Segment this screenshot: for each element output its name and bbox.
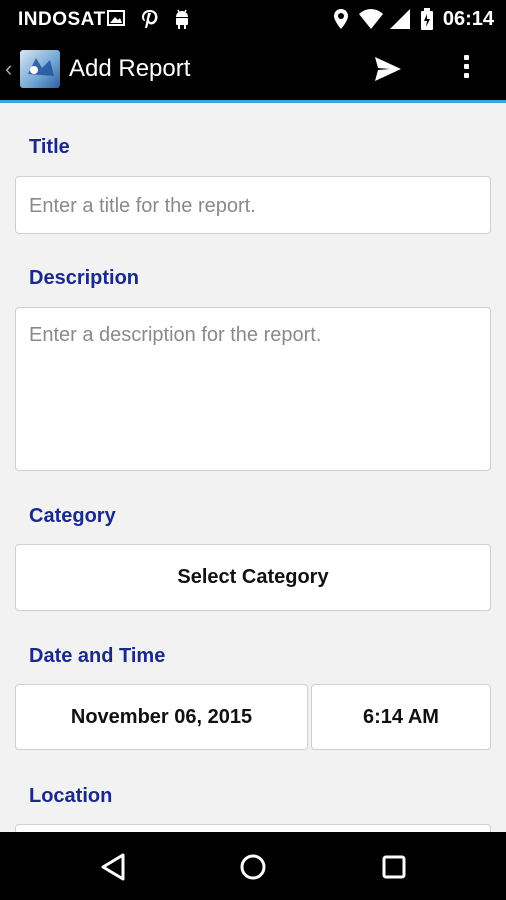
status-bar: INDOSAT 06:14	[0, 0, 506, 38]
location-field[interactable]	[15, 824, 491, 832]
description-label: Description	[29, 267, 140, 289]
navigation-bar	[0, 832, 506, 900]
back-chevron-icon[interactable]: ‹	[5, 56, 12, 82]
recents-square-icon[interactable]	[377, 850, 411, 884]
android-icon	[172, 8, 192, 35]
send-icon[interactable]	[372, 53, 404, 85]
pinterest-icon	[139, 8, 161, 35]
description-input[interactable]: Enter a description for the report.	[15, 307, 491, 471]
page-title: Add Report	[69, 55, 191, 82]
battery-icon	[420, 8, 434, 35]
home-circle-icon[interactable]	[236, 850, 270, 884]
select-category-button[interactable]: Select Category	[15, 544, 491, 611]
wifi-icon	[358, 8, 384, 35]
datetime-label: Date and Time	[29, 645, 166, 667]
app-logo[interactable]	[20, 50, 60, 88]
time-button[interactable]: 6:14 AM	[311, 684, 491, 750]
carrier-name: INDOSAT	[18, 9, 106, 30]
category-label: Category	[29, 505, 116, 527]
date-button[interactable]: November 06, 2015	[15, 684, 308, 750]
description-placeholder: Enter a description for the report.	[29, 324, 322, 346]
report-form[interactable]: Title Enter a title for the report. Desc…	[0, 103, 506, 832]
location-label: Location	[29, 785, 113, 807]
image-icon	[106, 8, 126, 33]
title-placeholder: Enter a title for the report.	[29, 195, 256, 217]
title-input[interactable]: Enter a title for the report.	[15, 176, 491, 234]
title-label: Title	[29, 136, 70, 158]
location-icon	[332, 8, 350, 35]
overflow-menu-icon[interactable]	[455, 52, 477, 86]
signal-icon	[389, 8, 411, 35]
action-bar: ‹ Add Report	[0, 38, 506, 100]
back-triangle-icon[interactable]	[97, 850, 131, 884]
clock: 06:14	[442, 8, 494, 30]
